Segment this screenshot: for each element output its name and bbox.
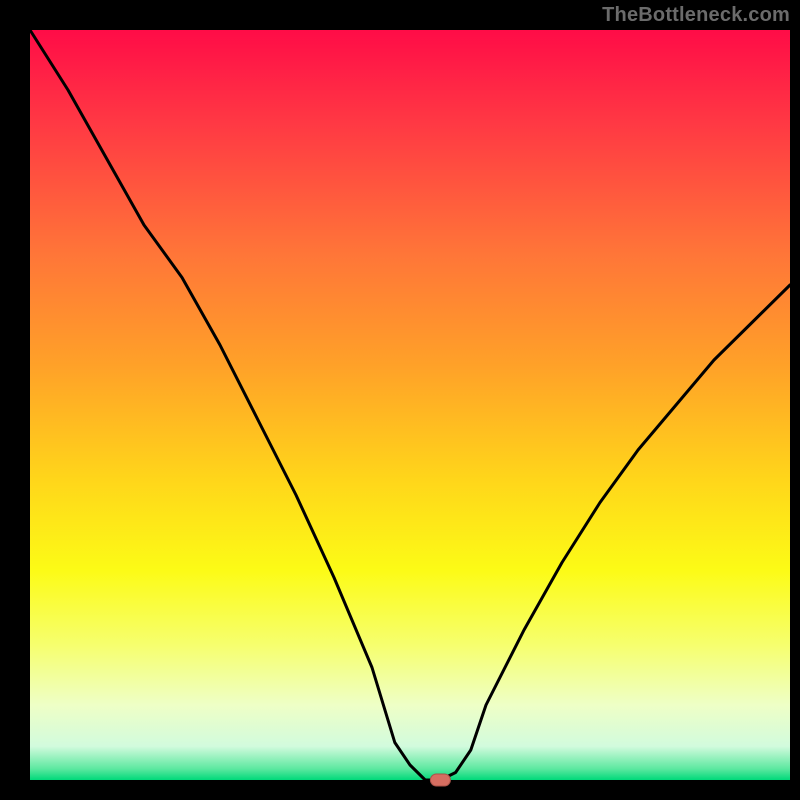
optimum-dot — [430, 774, 450, 786]
watermark-text: TheBottleneck.com — [602, 4, 790, 27]
chart-container: TheBottleneck.com — [0, 0, 800, 800]
bottleneck-chart — [0, 0, 800, 800]
